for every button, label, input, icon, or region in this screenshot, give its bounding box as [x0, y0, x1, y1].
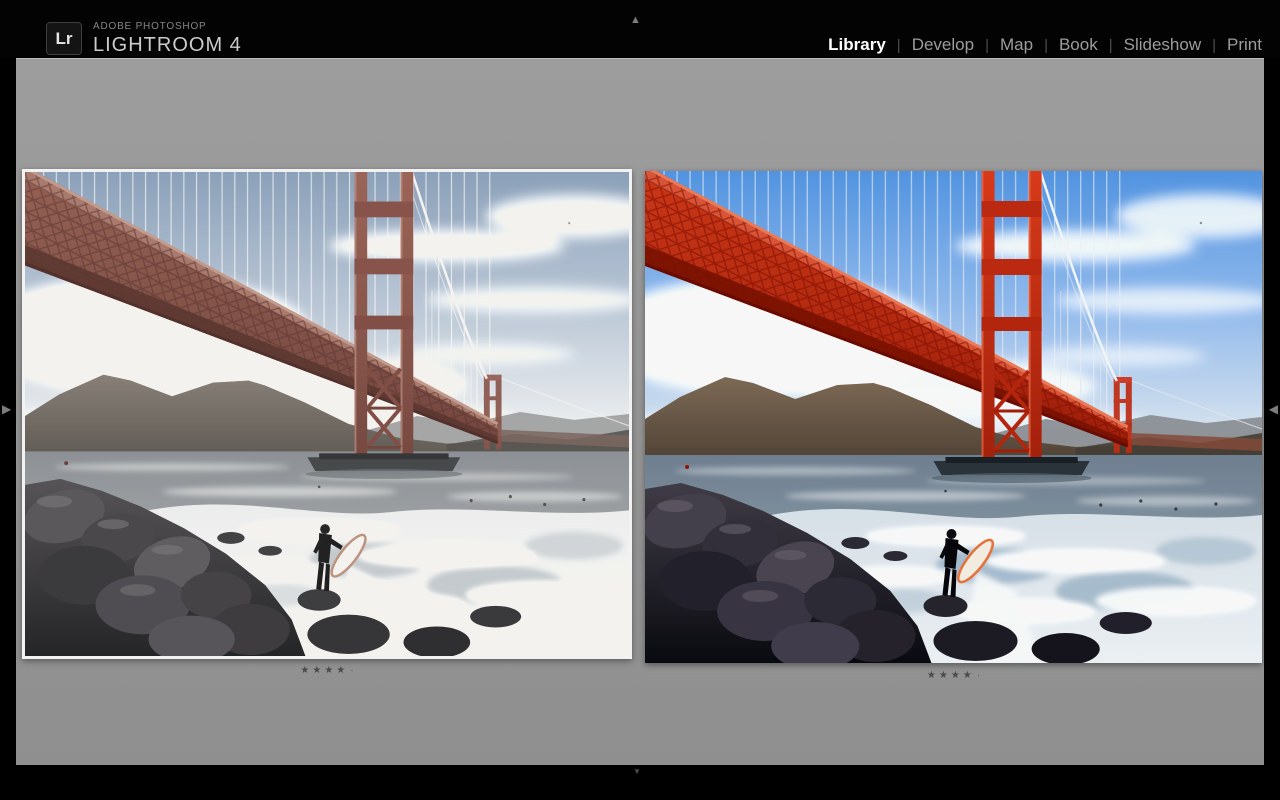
compare-view-workspace: ★★★★· ★★★★·	[16, 58, 1264, 765]
bridge-surfer-photo-original	[25, 172, 629, 656]
module-library[interactable]: Library	[828, 36, 886, 53]
right-panel-toggle-arrow-icon[interactable]: ◀	[1269, 403, 1278, 415]
top-chrome-bar: Lr ADOBE PHOTOSHOP LIGHTROOM 4 Library |…	[0, 0, 1280, 58]
top-panel-toggle-arrow-icon[interactable]: ▲	[630, 15, 641, 26]
star-rating-icons[interactable]: ★★★★	[300, 665, 348, 676]
bottom-panel-toggle-arrow-icon[interactable]: ▼	[633, 768, 641, 776]
rating-left-photo[interactable]: ★★★★·	[22, 661, 632, 677]
left-panel-toggle-arrow-icon[interactable]: ▶	[2, 403, 11, 415]
module-develop[interactable]: Develop	[912, 36, 974, 53]
empty-star-dot-icon[interactable]: ·	[350, 665, 353, 676]
module-map[interactable]: Map	[1000, 36, 1033, 53]
module-separator: |	[1044, 38, 1048, 53]
photo-right-candidate[interactable]	[645, 171, 1262, 663]
brand-text: ADOBE PHOTOSHOP LIGHTROOM 4	[93, 22, 242, 55]
module-print[interactable]: Print	[1227, 36, 1262, 53]
lightroom-logo-icon: Lr	[46, 22, 82, 55]
module-picker: Library | Develop | Map | Book | Slidesh…	[828, 36, 1262, 55]
brand-line-lightroom: LIGHTROOM 4	[93, 35, 242, 55]
brand-line-adobe: ADOBE PHOTOSHOP	[93, 22, 242, 32]
bridge-surfer-photo-edited	[645, 171, 1262, 663]
app-identity: Lr ADOBE PHOTOSHOP LIGHTROOM 4	[46, 22, 242, 55]
module-separator: |	[1212, 38, 1216, 53]
module-separator: |	[1109, 38, 1113, 53]
empty-star-dot-icon[interactable]: ·	[977, 670, 980, 681]
module-separator: |	[985, 38, 989, 53]
photo-left-select[interactable]	[22, 169, 632, 659]
module-slideshow[interactable]: Slideshow	[1124, 36, 1202, 53]
rating-right-photo[interactable]: ★★★★·	[645, 666, 1262, 682]
module-separator: |	[897, 38, 901, 53]
module-book[interactable]: Book	[1059, 36, 1098, 53]
star-rating-icons[interactable]: ★★★★	[927, 670, 975, 681]
